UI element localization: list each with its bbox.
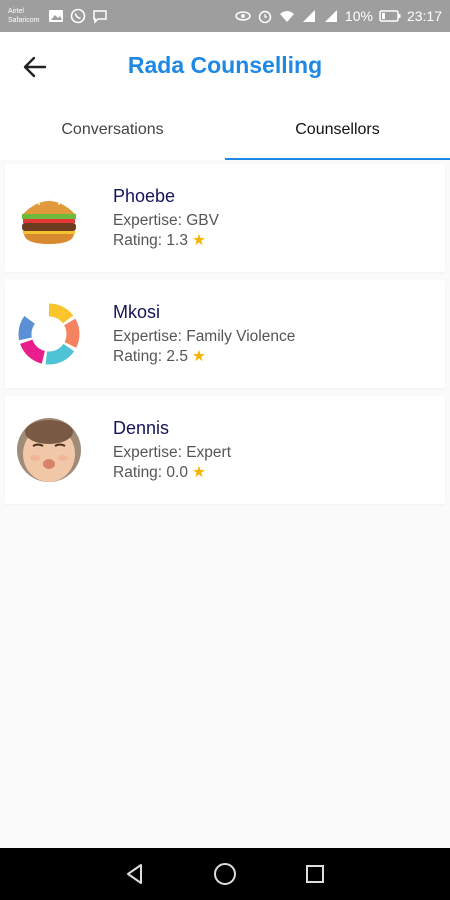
counsellor-rating-row: Rating: 1.3 ★ — [113, 231, 219, 251]
circle-home-icon — [214, 863, 236, 885]
counsellor-rating-row: Rating: 0.0 ★ — [113, 463, 231, 483]
tab-counsellors[interactable]: Counsellors — [225, 100, 450, 160]
avatar — [17, 418, 81, 482]
square-recents-icon — [306, 865, 324, 883]
avatar — [17, 302, 81, 366]
tab-label: Counsellors — [295, 121, 380, 138]
battery-percent: 10% — [344, 8, 373, 24]
back-button[interactable] — [18, 50, 52, 84]
star-icon: ★ — [191, 347, 206, 365]
tab-label: Conversations — [61, 121, 164, 138]
active-tab-indicator — [225, 158, 450, 160]
tab-conversations[interactable]: Conversations — [0, 100, 225, 160]
alarm-icon — [257, 8, 273, 24]
carrier-primary: Airtel — [8, 8, 24, 15]
counsellor-name: Dennis — [113, 417, 170, 438]
face-photo — [17, 418, 81, 482]
star-icon: ★ — [191, 463, 206, 481]
signal-icon-1 — [301, 8, 317, 24]
page-title: Rada Counselling — [127, 52, 323, 78]
chat-bubble-icon — [92, 8, 108, 24]
counsellor-rating: Rating: 0.0 — [113, 463, 188, 481]
counsellor-name: Phoebe — [113, 185, 176, 206]
status-bar: Airtel Safaricom 10% 23:17 — [0, 0, 450, 32]
image-notification-icon — [48, 8, 64, 24]
wifi-icon — [279, 8, 295, 24]
counsellor-rating: Rating: 1.3 — [113, 231, 188, 249]
counsellor-rating-row: Rating: 2.5 ★ — [113, 347, 295, 367]
nav-home-button[interactable] — [210, 859, 240, 889]
battery-icon — [379, 8, 401, 24]
star-icon: ★ — [191, 231, 206, 249]
app-bar: Rada Counselling — [0, 32, 450, 100]
whatsapp-icon — [70, 8, 86, 24]
carrier-info: Airtel Safaricom — [8, 7, 40, 25]
triangle-back-icon — [127, 864, 142, 884]
system-navigation-bar — [0, 848, 450, 900]
tab-bar: Conversations Counsellors — [0, 100, 450, 160]
burger-image — [17, 186, 81, 250]
carrier-secondary: Safaricom — [8, 17, 40, 24]
nav-recents-button[interactable] — [300, 859, 330, 889]
eye-icon — [235, 8, 251, 24]
counsellor-card-dennis[interactable]: Dennis Expertise: Expert Rating: 0.0 ★ — [5, 396, 445, 504]
signal-icon-2 — [323, 8, 339, 24]
arrow-left-icon — [23, 56, 47, 78]
avatar — [17, 186, 81, 250]
counsellor-list: Phoebe Expertise: GBV Rating: 1.3 ★ Mkosi… — [0, 164, 450, 512]
counsellor-expertise: Expertise: Family Violence — [113, 327, 296, 345]
counsellor-card-mkosi[interactable]: Mkosi Expertise: Family Violence Rating:… — [5, 280, 445, 388]
counsellor-name: Mkosi — [113, 301, 161, 322]
counsellor-card-phoebe[interactable]: Phoebe Expertise: GBV Rating: 1.3 ★ — [5, 164, 445, 272]
counsellor-expertise: Expertise: Expert — [113, 443, 232, 461]
counsellor-expertise: Expertise: GBV — [113, 211, 219, 229]
nav-back-button[interactable] — [120, 859, 150, 889]
clock: 23:17 — [406, 8, 442, 24]
counsellor-rating: Rating: 2.5 — [113, 347, 188, 365]
color-ring-image — [17, 302, 81, 366]
